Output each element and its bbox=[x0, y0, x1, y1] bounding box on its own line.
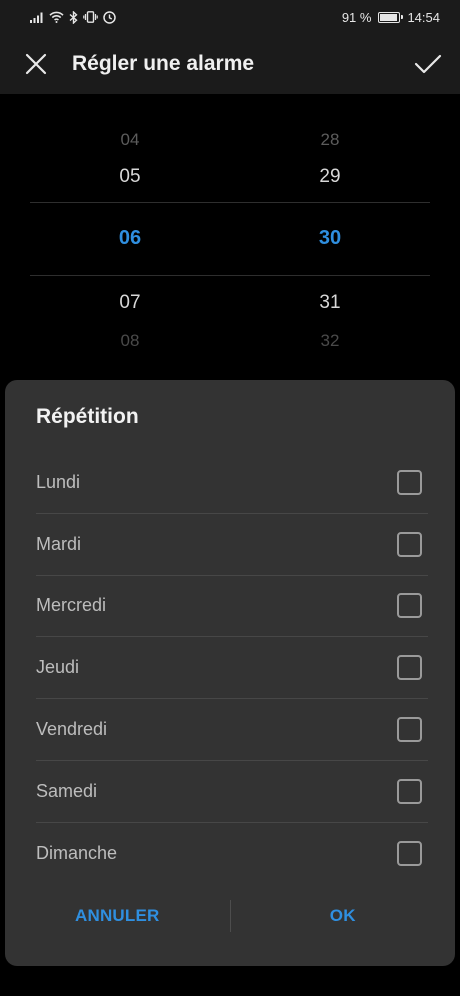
minute-option[interactable]: 28 bbox=[290, 130, 370, 150]
clock: 14:54 bbox=[407, 9, 440, 25]
hour-selected[interactable]: 06 bbox=[90, 227, 170, 250]
battery-icon bbox=[378, 11, 404, 23]
day-label: Mardi bbox=[36, 533, 82, 554]
day-list: Lundi Mardi Mercredi Jeudi Vendredi Same… bbox=[36, 452, 428, 885]
screen: 91 % 14:54 Régler une alarme 04 05 06 07… bbox=[0, 0, 460, 996]
day-row-dimanche[interactable]: Dimanche bbox=[36, 823, 428, 885]
hour-option[interactable]: 07 bbox=[90, 292, 170, 314]
check-icon bbox=[414, 54, 442, 74]
status-right: 91 % 14:54 bbox=[342, 10, 440, 25]
day-checkbox[interactable] bbox=[397, 593, 422, 619]
day-label: Jeudi bbox=[36, 657, 80, 678]
day-label: Vendredi bbox=[36, 719, 108, 740]
wifi-icon bbox=[49, 11, 64, 23]
confirm-button[interactable] bbox=[396, 34, 460, 94]
close-button[interactable] bbox=[0, 34, 72, 94]
app-bar: Régler une alarme bbox=[0, 34, 460, 94]
day-checkbox[interactable] bbox=[397, 778, 422, 804]
battery-percent: 91 % bbox=[341, 9, 372, 25]
day-row-samedi[interactable]: Samedi bbox=[36, 761, 428, 823]
day-checkbox[interactable] bbox=[397, 655, 422, 681]
day-row-lundi[interactable]: Lundi bbox=[36, 452, 428, 514]
page-title: Régler une alarme bbox=[72, 52, 255, 75]
close-icon bbox=[25, 53, 47, 75]
day-checkbox[interactable] bbox=[397, 841, 422, 867]
status-icons bbox=[30, 10, 116, 24]
hour-option[interactable]: 08 bbox=[90, 331, 170, 351]
minute-selected[interactable]: 30 bbox=[290, 227, 370, 250]
day-label: Mercredi bbox=[36, 595, 107, 616]
day-row-jeudi[interactable]: Jeudi bbox=[36, 637, 428, 700]
minute-option[interactable]: 32 bbox=[290, 331, 370, 351]
alarm-icon bbox=[103, 10, 116, 24]
day-row-vendredi[interactable]: Vendredi bbox=[36, 699, 428, 761]
day-row-mercredi[interactable]: Mercredi bbox=[36, 576, 428, 638]
hour-option[interactable]: 05 bbox=[90, 166, 170, 188]
day-label: Samedi bbox=[36, 780, 98, 801]
day-checkbox[interactable] bbox=[397, 469, 422, 495]
repeat-dialog: Répétition Lundi Mardi Mercredi Jeudi Ve… bbox=[5, 380, 455, 966]
time-picker: 04 05 06 07 08 28 29 30 31 32 bbox=[0, 94, 460, 380]
minute-option[interactable]: 31 bbox=[290, 292, 370, 314]
ok-button[interactable]: OK bbox=[231, 906, 456, 926]
day-checkbox[interactable] bbox=[397, 531, 422, 557]
status-bar: 91 % 14:54 bbox=[0, 0, 460, 34]
day-label: Lundi bbox=[36, 471, 81, 492]
day-checkbox[interactable] bbox=[397, 717, 422, 743]
dialog-actions: ANNULER OK bbox=[5, 886, 455, 946]
hour-wheel[interactable]: 04 05 06 07 08 bbox=[90, 94, 170, 380]
hour-option[interactable]: 04 bbox=[90, 130, 170, 150]
battery-fill bbox=[380, 13, 397, 21]
day-row-mardi[interactable]: Mardi bbox=[36, 514, 428, 576]
bluetooth-icon bbox=[69, 10, 78, 24]
vibrate-icon bbox=[83, 11, 98, 23]
signal-icon bbox=[30, 12, 44, 23]
day-label: Dimanche bbox=[36, 843, 118, 864]
dialog-title: Répétition bbox=[36, 405, 139, 428]
minute-option[interactable]: 29 bbox=[290, 166, 370, 188]
cancel-button[interactable]: ANNULER bbox=[5, 906, 230, 926]
minute-wheel[interactable]: 28 29 30 31 32 bbox=[290, 94, 370, 380]
